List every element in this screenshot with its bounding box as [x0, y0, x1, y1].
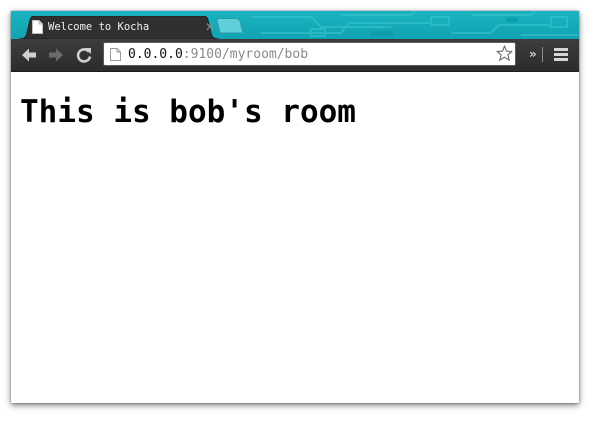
browser-window: Welcome to Kocha ✕ 0.0.0.0:9100/myroom/b…: [11, 11, 579, 403]
url-host: 0.0.0.0: [128, 47, 183, 62]
toolbar-divider: [542, 47, 543, 62]
new-tab-icon[interactable]: [216, 18, 244, 34]
page-icon: [32, 20, 43, 34]
back-arrow-icon[interactable]: [20, 46, 38, 64]
tab-title: Welcome to Kocha: [48, 21, 150, 33]
address-bar[interactable]: 0.0.0.0:9100/myroom/bob: [103, 42, 516, 66]
page-heading: This is bob's room: [20, 94, 356, 130]
page-icon: [110, 48, 121, 61]
menu-bar-line: [554, 58, 568, 61]
active-tab[interactable]: Welcome to Kocha ✕: [19, 16, 219, 39]
url-text: 0.0.0.0:9100/myroom/bob: [128, 46, 308, 63]
url-path: :9100/myroom/bob: [182, 47, 309, 62]
menu-bar-line: [554, 48, 568, 51]
page-viewport: This is bob's room: [11, 72, 579, 403]
forward-arrow-icon[interactable]: [47, 46, 65, 64]
menu-bar-line: [554, 53, 568, 56]
tab-strip: Welcome to Kocha ✕: [11, 11, 579, 39]
hamburger-menu-icon[interactable]: [554, 47, 568, 61]
browser-toolbar: 0.0.0.0:9100/myroom/bob »: [11, 39, 579, 72]
star-icon[interactable]: [496, 45, 513, 62]
reload-icon[interactable]: [75, 46, 93, 64]
tab-close-icon[interactable]: ✕: [205, 20, 215, 34]
extensions-overflow-chevron-icon[interactable]: »: [529, 47, 537, 61]
